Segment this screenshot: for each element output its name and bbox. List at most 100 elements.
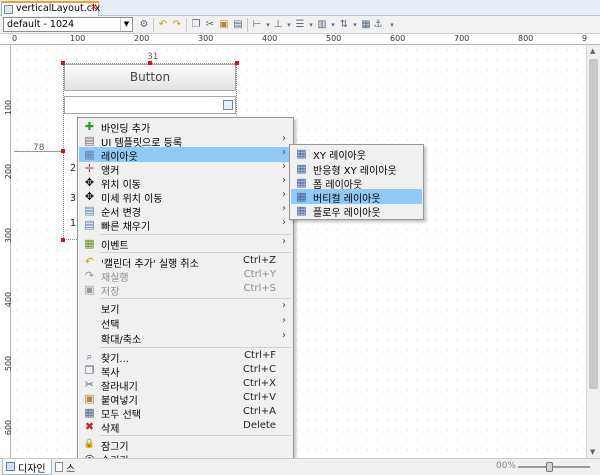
- menu-separator: [100, 347, 291, 348]
- tab-design[interactable]: 디자인: [2, 459, 52, 475]
- menu-item-layout[interactable]: ▦ 레이아웃 ›: [79, 147, 292, 163]
- resize-handle[interactable]: [148, 61, 152, 65]
- menu-item-cut[interactable]: ✂ 잘라내기 Ctrl+X: [79, 377, 292, 393]
- menu-item-label: 확대/축소: [101, 335, 142, 346]
- menu-item-label: XY 레이아웃: [313, 151, 366, 162]
- responsive-layout-icon: ▦: [296, 162, 307, 175]
- tab-source[interactable]: 스: [54, 459, 78, 475]
- button-widget[interactable]: Button: [64, 64, 236, 91]
- row-label: 2: [70, 163, 77, 174]
- resize-handle[interactable]: [61, 61, 65, 65]
- toolbar-separator: [247, 18, 248, 32]
- context-menu: ✚ 바인딩 추가 ▤ UI 템플릿으로 등록 › ▦ 레이아웃 › ✛ 앵커 ›…: [77, 117, 294, 467]
- menu-item-register-template[interactable]: ▤ UI 템플릿으로 등록 ›: [79, 133, 292, 149]
- menu-item-lock[interactable]: 🔒 잠그기: [79, 437, 292, 453]
- submenu-arrow-icon: ›: [282, 189, 286, 200]
- menu-item-find[interactable]: ⌕ 찾기... Ctrl+F: [79, 349, 292, 365]
- layout-submenu: ▦ XY 레이아웃 ▦ 반응형 XY 레이아웃 ▦ 폼 레이아웃 ▦ 버티컬 레…: [289, 144, 424, 220]
- ruler-label: 0: [12, 34, 18, 43]
- editor-tab-vertical-layout[interactable]: verticalLayout.clx ✕: [1, 1, 101, 16]
- menu-item-reorder[interactable]: ▤ 순서 변경 ›: [79, 203, 292, 219]
- menu-item-select-all[interactable]: ▦ 모두 선택 Ctrl+A: [79, 405, 292, 421]
- cut-icon: ✂: [84, 378, 95, 391]
- date-input-widget[interactable]: [64, 96, 236, 114]
- paste-icon[interactable]: ▣: [218, 19, 230, 31]
- row-label: 3: [70, 193, 77, 204]
- search-icon: ⌕: [86, 350, 93, 363]
- undo-icon[interactable]: ↶: [157, 19, 169, 31]
- scrollbar-thumb[interactable]: [589, 59, 598, 389]
- ruler-label: 700: [454, 34, 470, 43]
- resize-handle[interactable]: [61, 238, 65, 242]
- delete-icon[interactable]: ▤: [232, 19, 244, 31]
- menu-item-zoom[interactable]: 확대/축소 ›: [79, 330, 292, 346]
- undo-icon: ↶: [84, 255, 95, 268]
- menu-item-fine-move[interactable]: ✥ 미세 위치 이동 ›: [79, 189, 292, 205]
- save-icon: ▣: [84, 283, 95, 296]
- redo-icon[interactable]: ↷: [171, 19, 183, 31]
- add-icon: ✚: [84, 120, 95, 133]
- select-all-icon: ▦: [84, 406, 95, 419]
- xy-layout-icon: ▦: [296, 147, 307, 160]
- submenu-item-flow-layout[interactable]: ▦ 플로우 레이아웃: [291, 203, 422, 219]
- menu-item-label: 플로우 레이아웃: [313, 208, 381, 219]
- menu-shortcut: Ctrl+X: [242, 378, 276, 389]
- menu-shortcut: Ctrl+V: [242, 392, 276, 403]
- scroll-up-icon[interactable]: ▲: [590, 47, 595, 55]
- close-icon[interactable]: ✕: [90, 3, 98, 13]
- anchor-icon[interactable]: ⚓: [372, 19, 384, 31]
- menu-item-select[interactable]: 선택 ›: [79, 315, 292, 331]
- menu-item-quick-fill[interactable]: ▤ 빠른 채우기 ›: [79, 217, 292, 233]
- chevron-down-icon[interactable]: ▾: [386, 19, 398, 31]
- form-layout-icon: ▦: [296, 176, 307, 189]
- menu-item-label: 저장: [101, 287, 120, 298]
- toolbar-separator: [153, 18, 154, 32]
- ruler-label: 300: [198, 34, 214, 43]
- menu-item-move[interactable]: ✥ 위치 이동 ›: [79, 175, 292, 191]
- menu-shortcut: Delete: [243, 420, 276, 431]
- resize-handle[interactable]: [61, 149, 65, 153]
- menu-item-view[interactable]: 보기 ›: [79, 300, 292, 316]
- chevron-down-icon[interactable]: ▼: [120, 18, 132, 31]
- ruler-label: 200: [134, 34, 150, 43]
- zoom-slider-track[interactable]: [518, 466, 590, 468]
- submenu-item-form-layout[interactable]: ▦ 폼 레이아웃: [291, 175, 422, 191]
- clx-file-icon: [4, 5, 13, 14]
- menu-shortcut: Ctrl+Y: [243, 269, 276, 280]
- device-combo[interactable]: default - 1024 ▼: [3, 17, 133, 32]
- submenu-arrow-icon: ›: [282, 300, 286, 311]
- menu-item-add-binding[interactable]: ✚ 바인딩 추가: [79, 119, 292, 135]
- menu-item-anchor[interactable]: ✛ 앵커 ›: [79, 161, 292, 177]
- menu-separator: [100, 252, 291, 253]
- horizontal-ruler: 0 100 200 300 400 500 600 700 800 9: [0, 34, 600, 45]
- editor-tab-strip: verticalLayout.clx ✕: [0, 0, 600, 16]
- ruler-label: 400: [262, 34, 278, 43]
- vertical-layout-icon: ▦: [296, 190, 307, 203]
- group-icon[interactable]: ▦: [360, 19, 372, 31]
- scroll-down-icon[interactable]: ▼: [590, 448, 595, 456]
- menu-item-copy[interactable]: ❐ 복사 Ctrl+C: [79, 363, 292, 379]
- menu-item-undo[interactable]: ↶ '캘린더 추가' 실행 취소 Ctrl+Z: [79, 254, 292, 270]
- vertical-ruler: 100 200 300 400 500 600: [0, 45, 13, 458]
- submenu-item-xy-layout[interactable]: ▦ XY 레이아웃: [291, 146, 422, 162]
- resize-handle[interactable]: [235, 61, 239, 65]
- menu-item-paste[interactable]: ▣ 붙여넣기 Ctrl+V: [79, 391, 292, 407]
- copy-icon[interactable]: ❐: [190, 19, 202, 31]
- menu-item-delete[interactable]: ✖ 삭제 Delete: [79, 419, 292, 435]
- lock-icon: 🔒: [83, 439, 96, 449]
- calendar-icon[interactable]: [223, 100, 233, 110]
- submenu-arrow-icon: ›: [282, 203, 286, 214]
- gear-icon[interactable]: ⚙: [138, 19, 150, 31]
- menu-item-save: ▣ 저장 Ctrl+S: [79, 282, 292, 298]
- vertical-scrollbar[interactable]: ▲ ▼: [586, 45, 600, 458]
- submenu-item-vertical-layout[interactable]: ▦ 버티컬 레이아웃: [291, 189, 422, 205]
- submenu-item-responsive-xy-layout[interactable]: ▦ 반응형 XY 레이아웃: [291, 161, 422, 177]
- menu-separator: [100, 435, 291, 436]
- source-file-icon: [55, 462, 63, 472]
- event-icon: ▦: [84, 237, 95, 250]
- zoom-slider-handle[interactable]: [546, 462, 553, 472]
- menu-item-event[interactable]: ▦ 이벤트 ›: [79, 236, 292, 252]
- cut-icon[interactable]: ✂: [204, 19, 216, 31]
- editor-tab-title: verticalLayout.clx: [16, 3, 101, 14]
- anchor-icon: ✛: [84, 162, 95, 175]
